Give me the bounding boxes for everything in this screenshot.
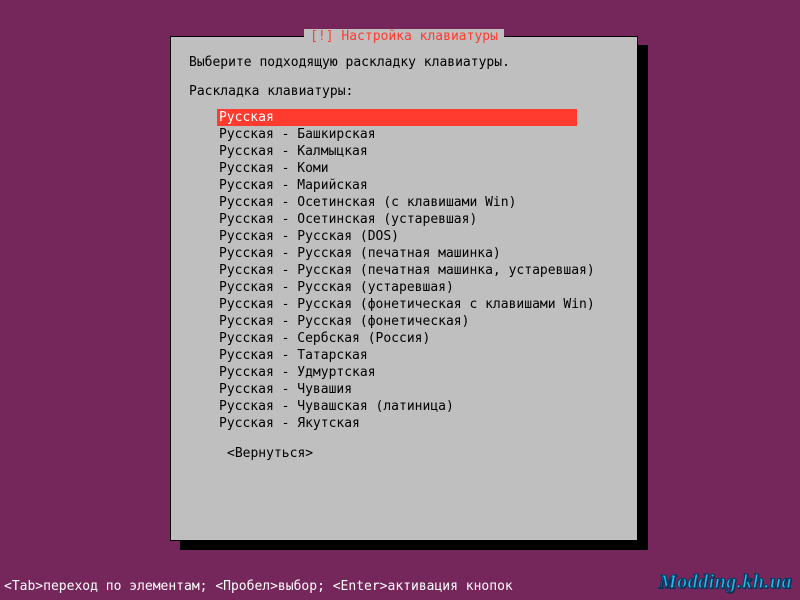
layout-option[interactable]: Русская <box>217 109 577 126</box>
field-label: Раскладка клавиатуры: <box>189 84 619 99</box>
layout-option[interactable]: Русская - Русская (устаревшая) <box>217 279 619 296</box>
layout-option[interactable]: Русская - Осетинская (устаревшая) <box>217 211 619 228</box>
layout-option[interactable]: Русская - Осетинская (с клавишами Win) <box>217 194 619 211</box>
layout-option[interactable]: Русская - Русская (печатная машинка, уст… <box>217 262 619 279</box>
back-button[interactable]: <Вернуться> <box>227 446 619 461</box>
keyboard-config-dialog: [!] Настройка клавиатуры Выберите подход… <box>170 36 638 541</box>
layout-option[interactable]: Русская - Коми <box>217 160 619 177</box>
layout-option[interactable]: Русская - Татарская <box>217 347 619 364</box>
layout-option[interactable]: Русская - Русская (фонетическая) <box>217 313 619 330</box>
layout-option[interactable]: Русская - Башкирская <box>217 126 619 143</box>
layout-option[interactable]: Русская - Якутская <box>217 415 619 432</box>
dialog-content: Выберите подходящую раскладку клавиатуры… <box>171 37 637 471</box>
layout-option[interactable]: Русская - Чувашия <box>217 381 619 398</box>
dialog-title-row: [!] Настройка клавиатуры <box>171 29 637 44</box>
layout-option[interactable]: Русская - Марийская <box>217 177 619 194</box>
prompt-text: Выберите подходящую раскладку клавиатуры… <box>189 55 619 70</box>
layout-option[interactable]: Русская - Сербская (Россия) <box>217 330 619 347</box>
keyboard-layout-list[interactable]: РусскаяРусская - БашкирскаяРусская - Кал… <box>217 109 619 432</box>
layout-option[interactable]: Русская - Русская (фонетическая с клавиш… <box>217 296 619 313</box>
layout-option[interactable]: Русская - Удмуртская <box>217 364 619 381</box>
watermark: Modding.kh.ua <box>659 571 792 594</box>
layout-option[interactable]: Русская - Русская (печатная машинка) <box>217 245 619 262</box>
layout-option[interactable]: Русская - Калмыцкая <box>217 143 619 160</box>
layout-option[interactable]: Русская - Чувашская (латиница) <box>217 398 619 415</box>
dialog-title: [!] Настройка клавиатуры <box>304 29 504 44</box>
layout-option[interactable]: Русская - Русская (DOS) <box>217 228 619 245</box>
